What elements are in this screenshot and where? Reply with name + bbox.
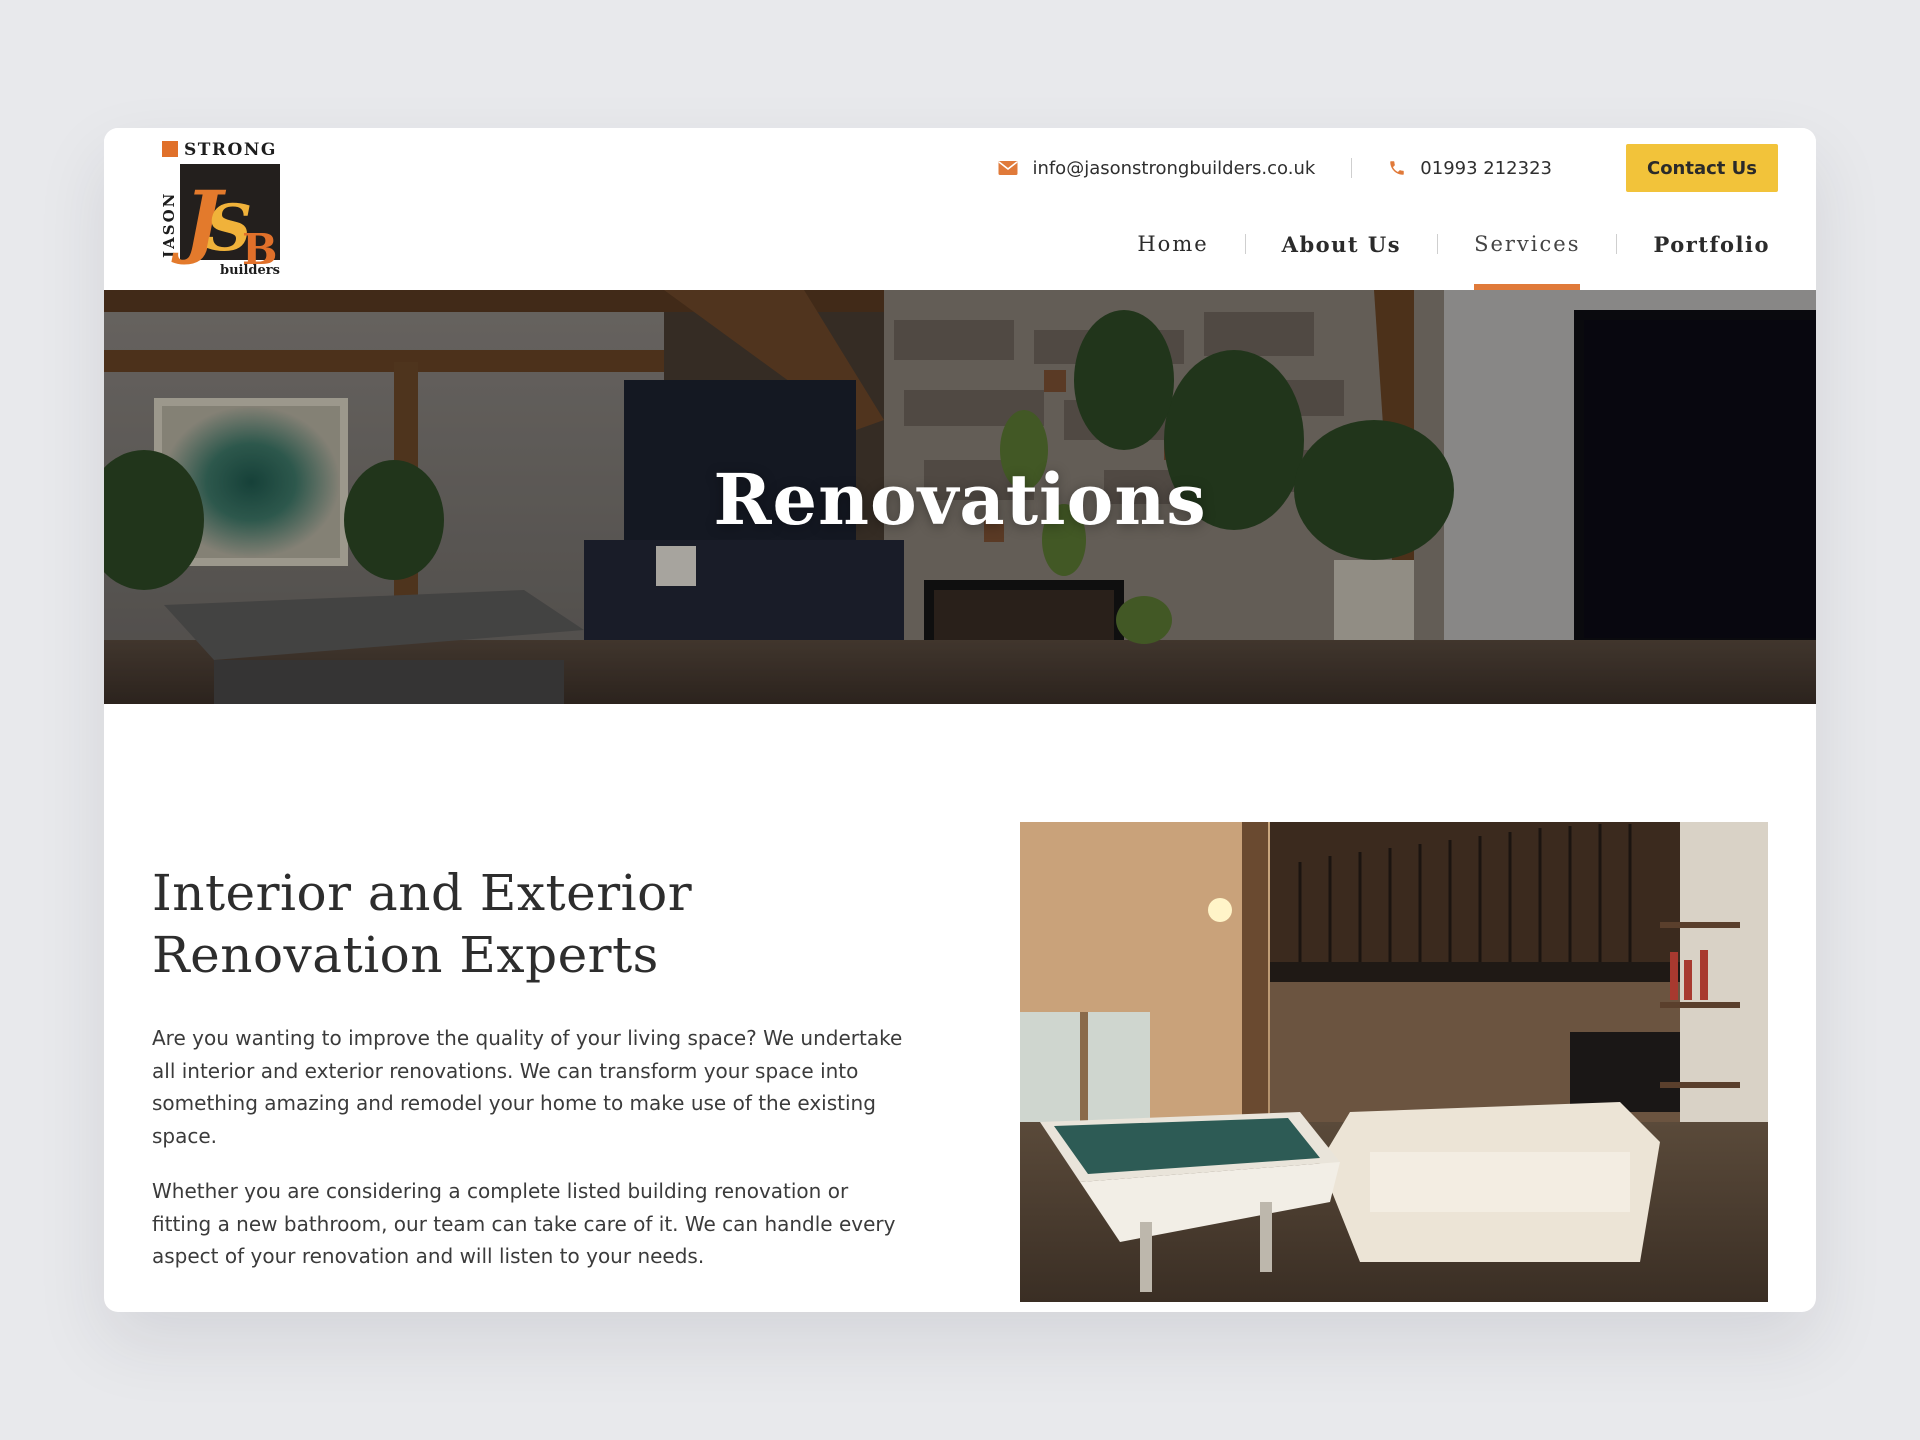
svg-text:builders: builders [220, 263, 280, 276]
email-link[interactable]: info@jasonstrongbuilders.co.uk [998, 158, 1315, 179]
phone-icon [1390, 161, 1405, 175]
phone-link[interactable]: 01993 212323 [1388, 158, 1552, 179]
nav-item-portfolio[interactable]: Portfolio [1653, 226, 1770, 262]
section-heading: Interior and Exterior Renovation Experts [152, 864, 693, 984]
nav-divider [1437, 234, 1439, 254]
phone-text: 01993 212323 [1420, 157, 1552, 179]
intro-section: Interior and Exterior Renovation Experts… [104, 704, 1816, 1312]
contact-divider [1351, 158, 1353, 178]
intro-paragraph-2: Whether you are considering a complete l… [152, 1179, 896, 1268]
nav-divider [1244, 234, 1246, 254]
site-header: STRONG JASON J S B builders info@jasonst… [104, 128, 1816, 290]
nav-item-about-us[interactable]: About Us [1282, 226, 1401, 262]
intro-text: Interior and Exterior Renovation Experts… [152, 862, 912, 1296]
contact-us-button[interactable]: Contact Us [1626, 144, 1778, 192]
nav-item-home[interactable]: Home [1137, 226, 1208, 262]
nav-divider [1616, 234, 1618, 254]
renovation-photo [1020, 822, 1768, 1302]
hero-title: Renovations [713, 458, 1207, 541]
envelope-icon [998, 161, 1018, 175]
email-text: info@jasonstrongbuilders.co.uk [1032, 157, 1316, 179]
nav-item-services[interactable]: Services [1474, 226, 1581, 290]
jsb-logo[interactable]: STRONG JASON J S B builders [160, 140, 284, 278]
svg-text:STRONG: STRONG [184, 140, 277, 160]
main-nav: Home About Us Services Portfolio [1137, 226, 1770, 290]
contact-row: info@jasonstrongbuilders.co.uk 01993 212… [998, 144, 1778, 192]
intro-paragraph-1: Are you wanting to improve the quality o… [152, 1026, 903, 1148]
browser-card: STRONG JASON J S B builders info@jasonst… [104, 128, 1816, 1312]
svg-text:JASON: JASON [160, 192, 178, 260]
hero-banner: Renovations [104, 290, 1816, 704]
